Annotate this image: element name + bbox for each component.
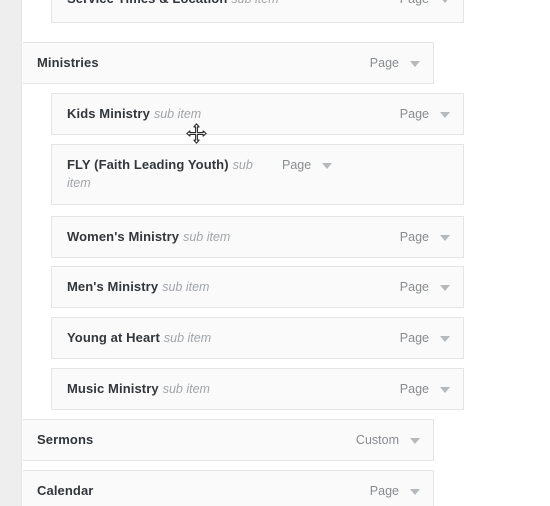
menu-item-subtype-label: sub item (153, 107, 202, 121)
menu-item-title-wrap: FLY (Faith Leading Youth) sub item (67, 156, 282, 192)
menu-item-type-label: Page (282, 158, 312, 172)
chevron-down-icon[interactable] (410, 438, 420, 444)
chevron-down-icon[interactable] (322, 163, 333, 169)
menu-item-controls: Custom (356, 431, 420, 449)
menu-item-row[interactable]: FLY (Faith Leading Youth) sub item Page (51, 144, 464, 205)
menu-item-subtype-label: sub item (162, 382, 210, 396)
menu-item-controls: Page (400, 329, 450, 347)
menu-item-row[interactable]: Men's Ministry sub item Page (51, 266, 464, 308)
admin-sidebar-gutter (0, 0, 22, 506)
menu-item-type-label: Page (399, 382, 429, 396)
chevron-down-icon[interactable] (440, 235, 450, 241)
menu-item-row[interactable]: Music Ministry sub item Page (51, 368, 464, 410)
menu-item-type-label: Page (369, 484, 399, 498)
menu-item-title-wrap: Ministries (37, 54, 370, 72)
menu-item-subtype-label: sub item (163, 331, 212, 345)
menu-item-type-label: Page (399, 107, 429, 121)
menu-item-title-wrap: Music Ministry sub item (67, 380, 400, 398)
menu-item-title: Women's Ministry (67, 229, 180, 244)
menu-item-row[interactable]: Women's Ministry sub item Page (51, 216, 464, 258)
menu-structure-list: Service Times & Locationsub itemPageMini… (23, 0, 550, 506)
menu-item-title: Ministries (37, 55, 99, 70)
menu-item-title-wrap: Calendar (37, 482, 370, 500)
menu-item-controls: Page (282, 156, 333, 174)
menu-item-title-wrap: Kids Ministry sub item (67, 105, 400, 123)
menu-item-title: FLY (Faith Leading Youth) (67, 157, 229, 172)
menu-item-type-label: Page (399, 280, 429, 294)
chevron-down-icon[interactable] (440, 336, 450, 342)
menu-item-title-wrap: Young at Heart sub item (67, 329, 400, 347)
menu-item-title: Young at Heart (67, 330, 160, 345)
menu-item-type-label: Page (369, 56, 399, 70)
menu-item-controls: Page (400, 0, 450, 8)
menu-item-title-wrap: Women's Ministry sub item (67, 228, 400, 246)
menu-item-title-wrap: Sermons (37, 431, 356, 449)
menu-item-type-label: Page (400, 0, 429, 8)
chevron-down-icon[interactable] (440, 112, 450, 118)
menu-item-title: Service Times & Location (67, 0, 227, 6)
menu-item-controls: Page (370, 54, 420, 72)
menu-item-row[interactable]: Kids Ministry sub item Page (51, 93, 464, 135)
menu-item-subtype-label: sub item (231, 0, 278, 6)
menu-item-type-label: Custom (355, 433, 399, 447)
menu-item-row[interactable]: Service Times & Location sub item Page (51, 0, 464, 23)
menu-item-subtype-label: sub item (183, 230, 231, 244)
chevron-down-icon[interactable] (410, 489, 420, 495)
menu-item-title-wrap: Service Times & Location sub item (67, 0, 400, 8)
menu-item-row[interactable]: Ministries Page (23, 42, 434, 84)
menu-item-subtype-label: sub item (162, 280, 210, 294)
menu-item-title-wrap: Men's Ministry sub item (67, 278, 400, 296)
menu-item-controls: Page (400, 380, 450, 398)
chevron-down-icon[interactable] (440, 285, 450, 291)
chevron-down-icon[interactable] (440, 0, 450, 3)
chevron-down-icon[interactable] (410, 61, 420, 67)
menu-item-controls: Page (400, 105, 450, 123)
menu-item-title: Men's Ministry (67, 279, 159, 294)
menu-item-row[interactable]: Sermons Custom (23, 419, 434, 461)
menu-item-type-label: Page (399, 230, 429, 244)
menu-item-row[interactable]: Calendar Page (23, 470, 434, 506)
menu-item-controls: Page (400, 278, 450, 296)
menu-item-title: Music Ministry (67, 381, 159, 396)
menu-item-controls: Page (400, 228, 450, 246)
menu-item-title: Kids Ministry (67, 106, 150, 121)
menu-item-row[interactable]: Young at Heart sub item Page (51, 317, 464, 359)
menu-item-title: Calendar (37, 483, 94, 498)
menu-item-title: Sermons (37, 432, 94, 447)
menu-item-controls: Page (370, 482, 420, 500)
menu-item-type-label: Page (399, 331, 429, 345)
chevron-down-icon[interactable] (440, 387, 450, 393)
